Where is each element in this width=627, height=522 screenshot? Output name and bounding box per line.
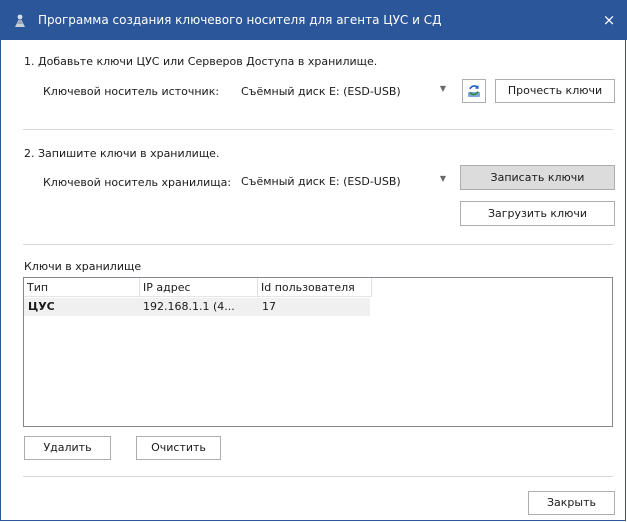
column-header-user-id[interactable]: Id пользователя <box>258 278 372 297</box>
read-keys-button[interactable]: Прочесть ключи <box>495 79 615 103</box>
close-window-button[interactable]: × <box>590 0 627 40</box>
source-media-label: Ключевой носитель источник: <box>43 85 220 98</box>
storage-media-value: Съёмный диск E: (ESD-USB) <box>241 175 401 188</box>
row-type: ЦУС <box>28 300 55 313</box>
divider <box>23 244 613 245</box>
clear-button[interactable]: Очистить <box>136 436 221 460</box>
storage-media-select[interactable]: Съёмный диск E: (ESD-USB) ▼ <box>235 169 451 193</box>
source-media-value: Съёмный диск E: (ESD-USB) <box>241 85 401 98</box>
row-ip: 192.168.1.1 (4... <box>143 300 235 313</box>
keys-list[interactable]: Тип IP адрес Id пользователя ЦУС 192.168… <box>23 277 613 427</box>
keys-heading: Ключи в хранилище <box>24 260 142 273</box>
write-keys-button[interactable]: Записать ключи <box>460 165 615 190</box>
source-media-select[interactable]: Съёмный диск E: (ESD-USB) ▼ <box>235 79 451 103</box>
refresh-button[interactable] <box>462 79 486 103</box>
divider <box>23 476 613 477</box>
divider <box>23 129 613 130</box>
window-title: Программа создания ключевого носителя дл… <box>38 13 442 27</box>
column-header-ip[interactable]: IP адрес <box>140 278 258 297</box>
main-window: Программа создания ключевого носителя дл… <box>0 0 627 521</box>
title-bar: Программа создания ключевого носителя дл… <box>1 0 627 40</box>
step2-heading: 2. Запишите ключи в хранилище. <box>24 147 220 160</box>
app-icon <box>12 12 28 28</box>
chevron-down-icon: ▼ <box>439 174 446 183</box>
step1-heading: 1. Добавьте ключи ЦУС или Серверов Досту… <box>24 55 378 68</box>
list-header: Тип IP адрес Id пользователя <box>24 278 612 298</box>
storage-media-label: Ключевой носитель хранилища: <box>43 176 232 189</box>
column-header-type[interactable]: Тип <box>24 278 140 297</box>
row-user-id: 17 <box>262 300 276 313</box>
table-row[interactable]: ЦУС 192.168.1.1 (4... 17 <box>24 298 370 316</box>
load-keys-button[interactable]: Загрузить ключи <box>460 201 615 226</box>
chevron-down-icon: ▼ <box>439 84 446 93</box>
delete-button[interactable]: Удалить <box>24 436 111 460</box>
close-button[interactable]: Закрыть <box>528 491 615 515</box>
refresh-icon <box>466 83 482 99</box>
